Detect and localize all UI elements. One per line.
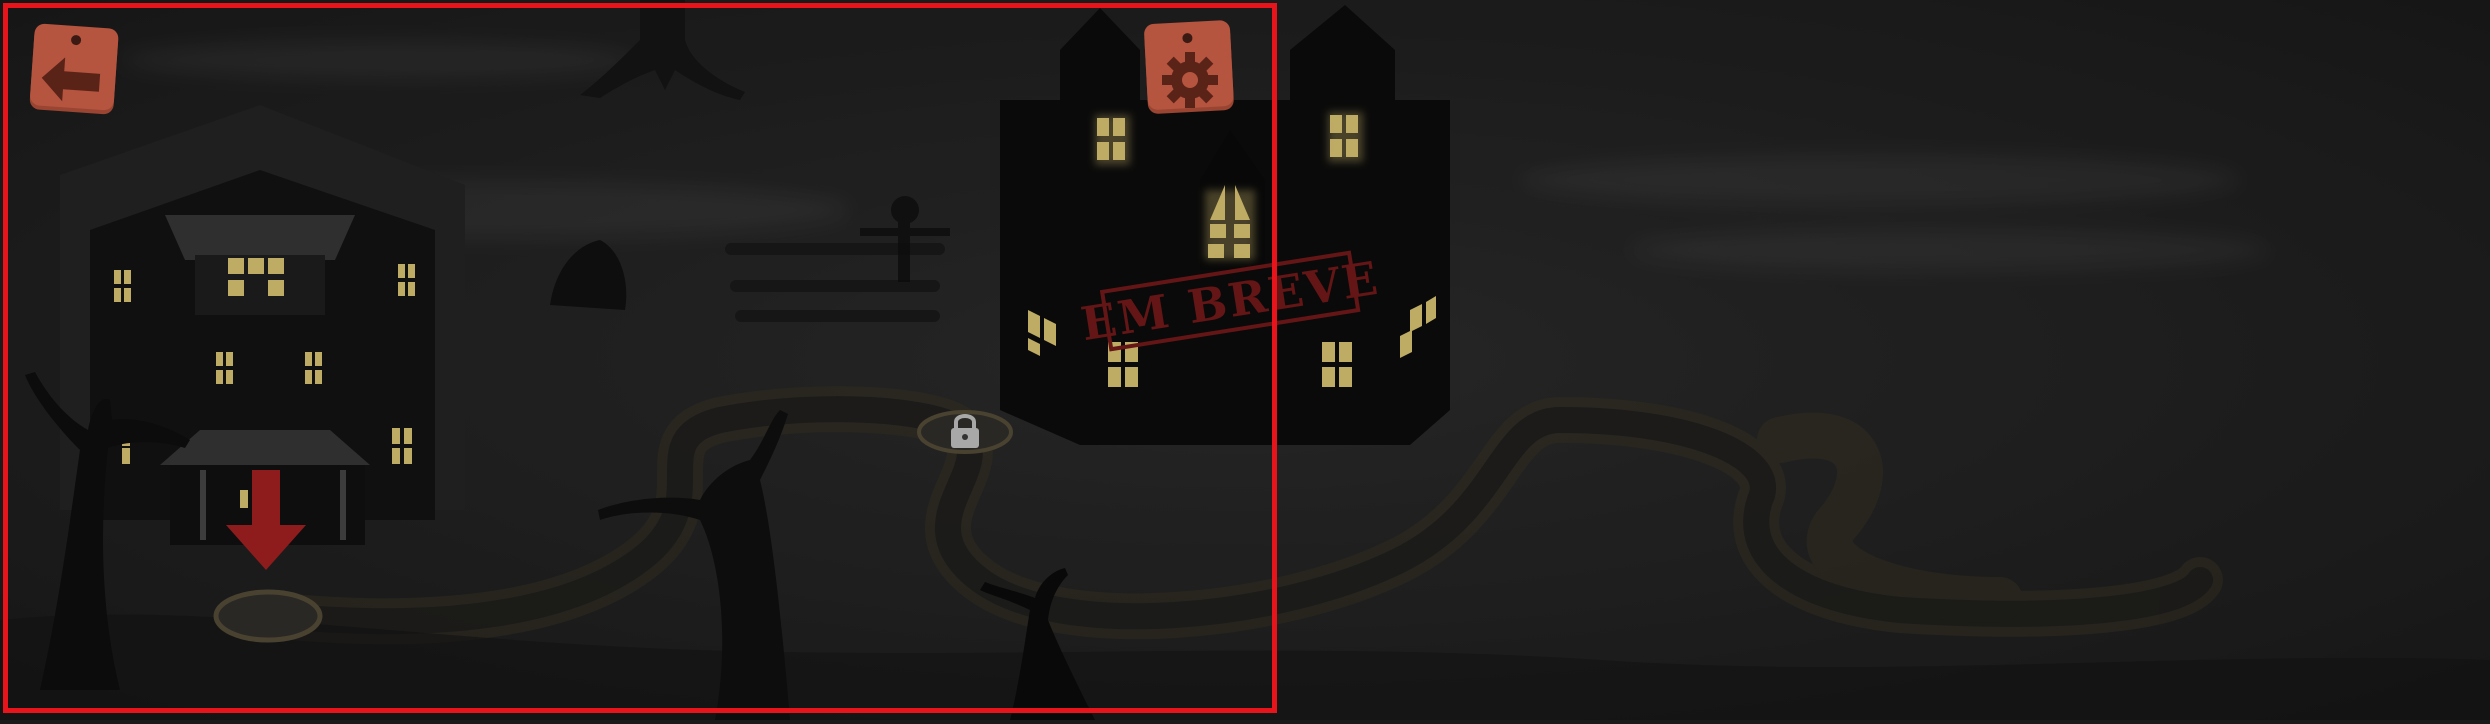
gear-icon [1162,52,1218,108]
level-1-marker[interactable] [208,586,328,646]
lock-icon [917,410,1013,454]
down-arrow-shape [226,470,306,570]
settings-button[interactable] [1140,18,1240,118]
map-background: EM BREVE [0,0,2490,720]
game-map-scene: EM BREVE [0,0,2490,720]
settings-button-face [1144,20,1234,114]
back-button-face [29,23,119,115]
level-2-locked[interactable] [910,402,1020,458]
back-button[interactable] [24,20,124,120]
down-arrow-icon[interactable] [216,470,316,580]
level-ring-shape [213,589,323,643]
